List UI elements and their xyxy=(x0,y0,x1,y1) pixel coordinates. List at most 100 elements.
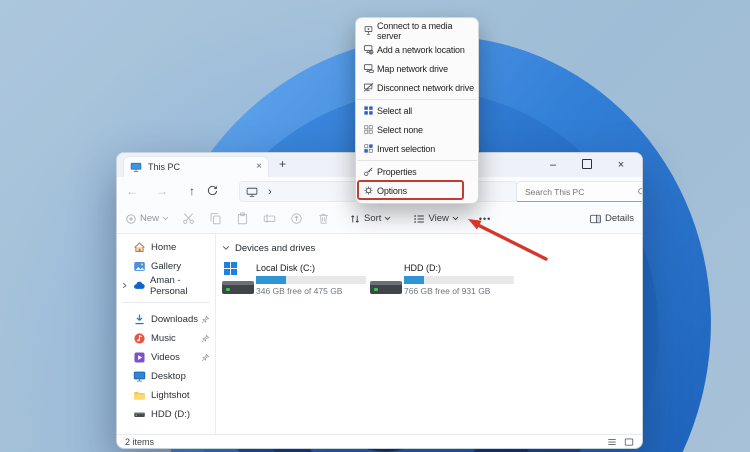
menu-separator xyxy=(357,160,477,161)
sidebar-label: Videos xyxy=(151,352,180,363)
drive-body-icon xyxy=(370,281,402,294)
sidebar-item-downloads[interactable]: Downloads xyxy=(117,310,215,329)
up-button[interactable]: ↑ xyxy=(177,184,207,198)
maximize-icon xyxy=(582,159,592,169)
drive-free-space: 766 GB free of 931 GB xyxy=(404,286,514,296)
view-button[interactable]: View xyxy=(413,213,458,225)
sidebar-item-lightshot[interactable]: Lightshot xyxy=(117,386,215,405)
back-button[interactable]: ← xyxy=(117,184,147,198)
copy-button[interactable] xyxy=(202,212,229,225)
sidebar-item-gallery[interactable]: Gallery xyxy=(117,257,215,276)
menu-item-properties[interactable]: Properties xyxy=(356,162,478,181)
disconnect-network-drive-icon xyxy=(363,82,374,93)
windows-logo-icon xyxy=(224,262,237,275)
menu-item-options[interactable]: Options xyxy=(356,181,478,200)
drive-local-disk-c[interactable]: Local Disk (C:) 346 GB free of 475 GB xyxy=(220,262,368,298)
window-controls: – × xyxy=(536,153,638,177)
sidebar-item-music[interactable]: Music xyxy=(117,329,215,348)
new-label: New xyxy=(140,213,159,224)
window-body: Home Gallery xyxy=(117,234,642,434)
drive-body-icon xyxy=(222,281,254,294)
details-label: Details xyxy=(605,213,634,224)
capacity-bar xyxy=(404,276,514,284)
see-more-button[interactable]: ••• xyxy=(479,214,491,224)
forward-button[interactable]: → xyxy=(147,184,177,198)
properties-key-icon xyxy=(363,166,374,177)
sidebar-label: Music xyxy=(151,333,176,344)
capacity-bar-fill xyxy=(404,276,424,284)
sidebar-item-videos[interactable]: Videos xyxy=(117,348,215,367)
select-none-icon xyxy=(363,124,374,135)
sort-label: Sort xyxy=(364,213,381,224)
chevron-down-icon xyxy=(452,216,459,221)
maximize-button[interactable] xyxy=(570,159,604,172)
pin-icon xyxy=(201,315,210,324)
status-bar: 2 items xyxy=(117,434,642,448)
menu-item-connect-media-server[interactable]: Connect to a media server xyxy=(356,21,478,40)
chevron-down-icon xyxy=(384,216,391,221)
sidebar-item-onedrive[interactable]: Aman - Personal xyxy=(117,276,215,295)
drive-c-icon xyxy=(222,262,256,298)
videos-icon xyxy=(133,351,146,364)
chevron-down-icon[interactable] xyxy=(222,245,230,251)
search-box[interactable] xyxy=(516,181,643,202)
desktop-wallpaper: This PC × + – × ← → ↑ xyxy=(0,0,750,452)
thumbnail-view-toggle[interactable] xyxy=(624,437,634,447)
sidebar-item-desktop[interactable]: Desktop xyxy=(117,367,215,386)
menu-item-label: Map network drive xyxy=(377,64,448,74)
drive-name: HDD (D:) xyxy=(404,263,514,273)
menu-item-disconnect-network-drive[interactable]: Disconnect network drive xyxy=(356,78,478,97)
section-devices-and-drives[interactable]: Devices and drives xyxy=(222,240,642,256)
tab-this-pc[interactable]: This PC × xyxy=(123,156,269,177)
gear-icon xyxy=(363,185,374,196)
new-button[interactable]: New xyxy=(125,213,169,225)
rename-button[interactable] xyxy=(256,212,283,225)
menu-separator xyxy=(357,99,477,100)
sort-icon xyxy=(349,213,361,225)
refresh-button[interactable] xyxy=(207,185,237,196)
drive-hdd-d[interactable]: HDD (D:) 766 GB free of 931 GB xyxy=(368,262,516,298)
search-input[interactable] xyxy=(523,186,637,198)
content-pane: Devices and drives Local Disk (C:) xyxy=(216,234,642,434)
sort-button[interactable]: Sort xyxy=(349,213,391,225)
home-icon xyxy=(133,241,146,254)
drive-free-space: 346 GB free of 475 GB xyxy=(256,286,366,296)
drive-tiles: Local Disk (C:) 346 GB free of 475 GB xyxy=(220,262,642,298)
tab-title: This PC xyxy=(148,162,250,172)
sidebar-label: Lightshot xyxy=(151,390,190,401)
close-button[interactable]: × xyxy=(604,160,638,171)
paste-button[interactable] xyxy=(229,212,256,225)
sidebar-item-home[interactable]: Home xyxy=(117,238,215,257)
tab-close-button[interactable]: × xyxy=(256,162,262,172)
share-button[interactable] xyxy=(283,212,310,225)
menu-item-select-none[interactable]: Select none xyxy=(356,120,478,139)
list-view-toggle[interactable] xyxy=(607,437,617,447)
menu-item-add-network-location[interactable]: Add a network location xyxy=(356,40,478,59)
chevron-right-icon[interactable] xyxy=(121,282,128,289)
sidebar-label: Aman - Personal xyxy=(150,275,215,297)
chevron-down-icon xyxy=(162,216,169,221)
invert-selection-icon xyxy=(363,143,374,154)
breadcrumb-chevron[interactable]: › xyxy=(268,186,272,198)
delete-button[interactable] xyxy=(310,212,337,225)
gallery-icon xyxy=(133,260,146,273)
network-location-icon xyxy=(363,44,374,55)
media-server-icon xyxy=(363,25,374,36)
hard-drive-icon xyxy=(133,408,146,421)
sidebar-item-hdd-d[interactable]: HDD (D:) xyxy=(117,405,215,424)
search-icon xyxy=(637,187,643,197)
details-pane-icon xyxy=(589,213,602,225)
menu-item-label: Select none xyxy=(377,125,423,135)
details-button[interactable]: Details xyxy=(589,213,634,225)
menu-item-map-network-drive[interactable]: Map network drive xyxy=(356,59,478,78)
menu-item-invert-selection[interactable]: Invert selection xyxy=(356,139,478,158)
sidebar-label: Home xyxy=(151,242,176,253)
sidebar-label: HDD (D:) xyxy=(151,409,190,420)
menu-item-select-all[interactable]: Select all xyxy=(356,101,478,120)
downloads-icon xyxy=(133,313,146,326)
minimize-button[interactable]: – xyxy=(536,160,570,171)
cut-button[interactable] xyxy=(175,212,202,225)
menu-item-label: Invert selection xyxy=(377,144,435,154)
trash-icon xyxy=(317,212,330,225)
new-tab-button[interactable]: + xyxy=(279,158,286,172)
